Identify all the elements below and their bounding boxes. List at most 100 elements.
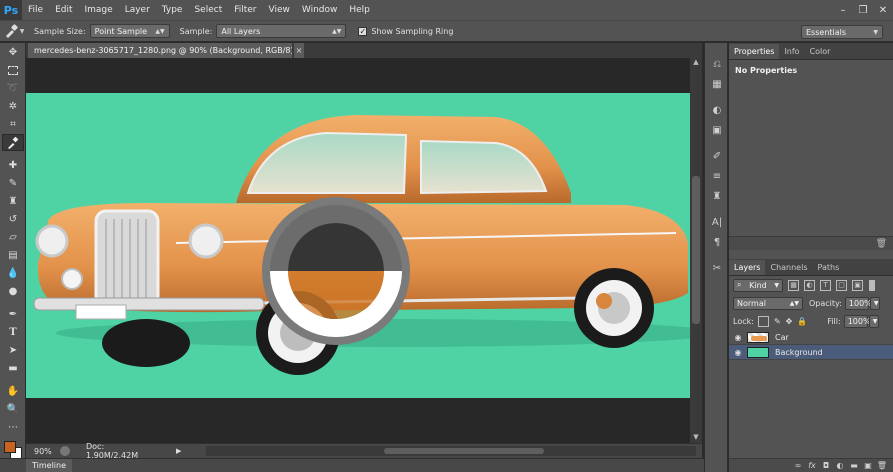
vertical-scrollbar[interactable]: ▲ ▼ <box>690 58 702 443</box>
clone-source-icon[interactable]: ♜ <box>707 187 727 205</box>
adjustment-filter-icon[interactable]: ◐ <box>804 279 815 291</box>
tab-color[interactable]: Color <box>805 44 836 59</box>
opacity-field[interactable]: 100% <box>844 296 872 310</box>
brush-tool-icon[interactable]: ✎ <box>2 175 24 192</box>
timeline-tab[interactable]: Timeline <box>26 458 73 472</box>
blend-mode-select[interactable]: Normal ▲▼ <box>733 296 803 310</box>
new-group-icon[interactable]: ▬ <box>847 461 861 470</box>
filter-toggle-icon[interactable] <box>869 279 875 291</box>
menu-help[interactable]: Help <box>343 0 376 20</box>
tab-layers[interactable]: Layers <box>729 260 766 275</box>
horizontal-scroll-thumb[interactable] <box>384 448 544 454</box>
type-filter-icon[interactable]: T <box>820 279 831 291</box>
fill-field[interactable]: 100% <box>843 314 871 328</box>
move-tool-icon[interactable]: ✥ <box>2 44 24 61</box>
vertical-scroll-thumb[interactable] <box>692 176 700 324</box>
crop-tool-icon[interactable]: ⌗ <box>2 116 24 133</box>
link-layers-icon[interactable]: ∞ <box>791 461 805 470</box>
edit-toolbar-icon[interactable]: ⋯ <box>2 419 24 436</box>
close-window-button[interactable]: ✕ <box>873 1 893 19</box>
delete-layer-icon[interactable]: 🗑 <box>875 461 889 470</box>
menu-select[interactable]: Select <box>188 0 228 20</box>
horizontal-scrollbar[interactable] <box>206 446 696 456</box>
marquee-tool-icon[interactable] <box>2 62 24 79</box>
lock-all-icon[interactable]: 🔒 <box>797 317 807 326</box>
tab-info[interactable]: Info <box>779 44 804 59</box>
dodge-tool-icon[interactable]: ● <box>2 283 24 300</box>
actions-panel-icon[interactable]: ▦ <box>707 75 727 93</box>
clone-stamp-tool-icon[interactable]: ♜ <box>2 193 24 210</box>
kind-filter-select[interactable]: ⌕ Kind ▼ <box>733 278 783 292</box>
zoom-tool-icon[interactable]: 🔍 <box>2 401 24 418</box>
lock-transparent-icon[interactable] <box>757 315 769 327</box>
tab-properties[interactable]: Properties <box>729 44 780 59</box>
shape-tool-icon[interactable]: ▬ <box>2 360 24 377</box>
workspace-select[interactable]: Essentials ▼ <box>801 25 883 39</box>
history-panel-icon[interactable]: ⎌ <box>707 55 727 73</box>
lasso-tool-icon[interactable]: ➰ <box>2 80 24 97</box>
history-brush-tool-icon[interactable]: ↺ <box>2 211 24 228</box>
visibility-eye-icon[interactable]: ◉ <box>729 348 747 357</box>
eyedropper-tool-icon[interactable] <box>2 134 24 151</box>
show-sampling-ring-checkbox[interactable]: ✓ <box>358 26 368 36</box>
foreground-color-swatch[interactable] <box>4 441 16 453</box>
layer-style-icon[interactable]: fx <box>805 461 819 470</box>
shape-filter-icon[interactable]: ▢ <box>836 279 847 291</box>
tab-paths[interactable]: Paths <box>813 260 845 275</box>
path-selection-tool-icon[interactable]: ➤ <box>2 342 24 359</box>
menu-view[interactable]: View <box>263 0 296 20</box>
scroll-down-icon[interactable]: ▼ <box>690 433 702 443</box>
document-tab[interactable]: mercedes-benz-3065717_1280.png @ 90% (Ba… <box>28 43 292 58</box>
eraser-tool-icon[interactable]: ▱ <box>2 229 24 246</box>
pixel-filter-icon[interactable]: ▦ <box>788 279 799 291</box>
trash-icon[interactable]: 🗑 <box>876 239 887 249</box>
opacity-dropdown-icon[interactable]: ▼ <box>869 296 880 310</box>
menu-type[interactable]: Type <box>156 0 189 20</box>
hand-tool-icon[interactable]: ✋ <box>2 383 24 400</box>
new-adjustment-icon[interactable]: ◐ <box>833 461 847 470</box>
brush-presets-icon[interactable]: ≡ <box>707 167 727 185</box>
smart-object-filter-icon[interactable]: ▣ <box>852 279 863 291</box>
brush-panel-icon[interactable]: ✐ <box>707 147 727 165</box>
character-panel-icon[interactable]: A| <box>707 213 727 231</box>
sample-select[interactable]: All Layers ▲▼ <box>216 24 347 38</box>
visibility-eye-icon[interactable]: ◉ <box>729 333 747 342</box>
layer-row-car[interactable]: ◉ Car <box>729 330 893 345</box>
document-canvas[interactable] <box>26 93 690 398</box>
type-tool-icon[interactable]: T <box>2 324 24 341</box>
menu-filter[interactable]: Filter <box>228 0 262 20</box>
opacity-label: Opacity: <box>809 298 842 308</box>
adjustments-panel-icon[interactable]: ◐ <box>707 101 727 119</box>
new-layer-icon[interactable]: ▣ <box>861 461 875 470</box>
menu-file[interactable]: File <box>22 0 49 20</box>
menu-window[interactable]: Window <box>296 0 344 20</box>
canvas-area[interactable] <box>26 58 690 443</box>
layer-row-background[interactable]: ◉ Background <box>729 345 893 360</box>
blur-tool-icon[interactable]: 💧 <box>2 265 24 282</box>
gradient-tool-icon[interactable]: ▤ <box>2 247 24 264</box>
menu-edit[interactable]: Edit <box>49 0 78 20</box>
minimize-button[interactable]: – <box>833 1 853 19</box>
status-menu-arrow-icon[interactable]: ▶ <box>176 447 181 455</box>
magic-wand-tool-icon[interactable]: ✲ <box>2 98 24 115</box>
menu-layer[interactable]: Layer <box>119 0 156 20</box>
menu-image[interactable]: Image <box>79 0 119 20</box>
lock-position-icon[interactable]: ✥ <box>786 317 793 326</box>
fill-value: 100% <box>847 316 871 326</box>
close-document-icon[interactable]: × <box>294 43 304 58</box>
eyedropper-preset-icon[interactable]: ▼ <box>0 21 28 41</box>
zoom-level[interactable]: 90% <box>26 447 56 456</box>
healing-brush-tool-icon[interactable]: ✚ <box>2 157 24 174</box>
scroll-up-icon[interactable]: ▲ <box>690 58 702 68</box>
tab-channels[interactable]: Channels <box>765 260 812 275</box>
paragraph-panel-icon[interactable]: ¶ <box>707 233 727 251</box>
pen-tool-icon[interactable]: ✒ <box>2 306 24 323</box>
add-mask-icon[interactable]: ◘ <box>819 461 833 470</box>
tool-presets-icon[interactable]: ✂ <box>707 259 727 277</box>
lock-image-icon[interactable]: ✎ <box>774 317 781 326</box>
sample-size-select[interactable]: Point Sample ▲▼ <box>89 24 170 38</box>
styles-panel-icon[interactable]: ▣ <box>707 121 727 139</box>
restore-button[interactable]: ❐ <box>853 1 873 19</box>
fill-dropdown-icon[interactable]: ▼ <box>868 314 879 328</box>
status-info-icon[interactable] <box>60 446 70 456</box>
